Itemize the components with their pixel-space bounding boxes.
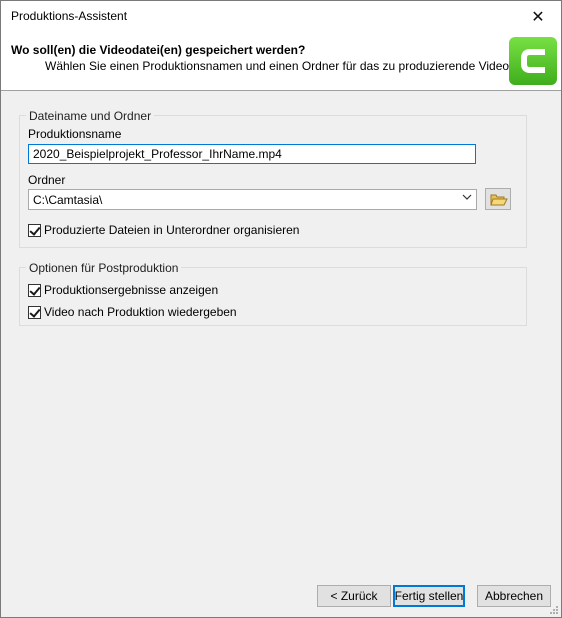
subfolder-checkbox[interactable]: [28, 223, 41, 237]
play-video-checkbox[interactable]: [28, 305, 41, 319]
production-name-label: Produktionsname: [28, 127, 122, 141]
chevron-down-icon[interactable]: [462, 192, 472, 205]
subfolder-checkbox-row[interactable]: Produzierte Dateien in Unterordner organ…: [28, 222, 299, 238]
folder-combobox[interactable]: C:\Camtasia\: [28, 189, 477, 210]
show-results-checkbox[interactable]: [28, 283, 41, 297]
post-production-group: Optionen für Postproduktion Produktionse…: [19, 261, 527, 326]
post-production-legend: Optionen für Postproduktion: [26, 261, 182, 275]
production-name-input[interactable]: 2020_Beispielprojekt_Professor_IhrName.m…: [28, 144, 476, 164]
file-and-folder-legend: Dateiname und Ordner: [26, 109, 155, 123]
file-and-folder-group: Dateiname und Ordner Produktionsname 202…: [19, 109, 527, 248]
play-video-label[interactable]: Video nach Produktion wiedergeben: [44, 305, 237, 319]
folder-open-icon: [490, 194, 508, 206]
page-subheading: Wählen Sie einen Produktionsnamen und ei…: [45, 59, 513, 73]
camtasia-logo-icon: [509, 37, 557, 85]
back-button[interactable]: < Zurück: [317, 585, 391, 607]
finish-button[interactable]: Fertig stellen: [393, 585, 465, 607]
title-bar: Produktions-Assistent ✕: [1, 1, 561, 32]
folder-label: Ordner: [28, 173, 66, 187]
folder-combobox-value: C:\Camtasia\: [33, 193, 103, 207]
page-heading: Wo soll(en) die Videodatei(en) gespeiche…: [11, 43, 306, 57]
close-icon: ✕: [531, 8, 545, 26]
close-button[interactable]: ✕: [515, 1, 561, 32]
cancel-button[interactable]: Abbrechen: [477, 585, 551, 607]
play-video-checkbox-row[interactable]: Video nach Produktion wiedergeben: [28, 304, 237, 320]
resize-grip-icon[interactable]: [549, 605, 559, 615]
production-wizard-window: Produktions-Assistent ✕ Wo soll(en) die …: [0, 0, 562, 618]
subfolder-checkbox-label[interactable]: Produzierte Dateien in Unterordner organ…: [44, 223, 299, 237]
window-title: Produktions-Assistent: [11, 9, 128, 23]
browse-folder-button[interactable]: [485, 188, 511, 210]
show-results-label[interactable]: Produktionsergebnisse anzeigen: [44, 283, 218, 297]
wizard-header: Wo soll(en) die Videodatei(en) gespeiche…: [1, 32, 561, 91]
show-results-checkbox-row[interactable]: Produktionsergebnisse anzeigen: [28, 282, 218, 298]
